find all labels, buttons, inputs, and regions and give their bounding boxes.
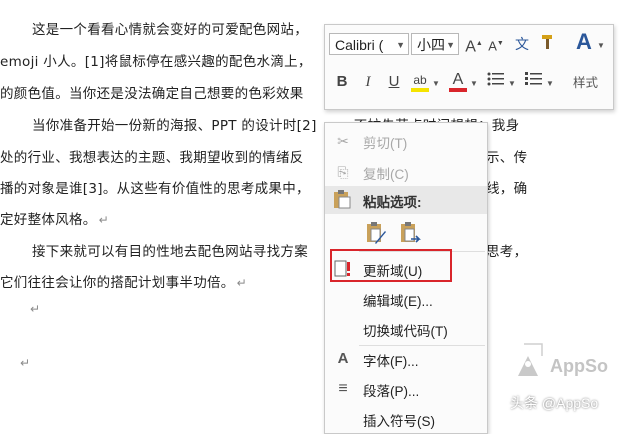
- grow-font-button[interactable]: A▲: [463, 33, 485, 55]
- doc-line-7: 定好整体风格。 ↵: [0, 212, 109, 228]
- phonetic-guide-button[interactable]: 文: [511, 33, 533, 55]
- doc-line-4: 当你准备开始一份新的海报、PPT 的设计时[2]: [32, 118, 317, 134]
- menu-item-toggle-field-codes[interactable]: 切换域代码(T): [325, 314, 487, 344]
- empty-paragraph-mark: ↵: [20, 356, 31, 370]
- font-color-swatch: [449, 88, 467, 92]
- numbering-button[interactable]: [523, 71, 545, 93]
- doc-line-6-right: 线，确: [486, 181, 528, 197]
- shrink-font-button[interactable]: A▼: [485, 33, 507, 55]
- doc-line-6: 播的对象是谁[3]。从这些有价值性的思考成果中，: [0, 181, 310, 197]
- doc-line-1: 这是一个看看心情就会变好的可爱配色网站，: [32, 22, 308, 38]
- styles-icon: A: [576, 29, 592, 54]
- doc-line-8: 接下来就可以有目的性地去配色网站寻找方案: [32, 244, 308, 260]
- italic-icon: I: [365, 74, 371, 90]
- doc-line-8-right: 思考，: [486, 244, 528, 260]
- shrink-font-icon: A: [488, 38, 497, 54]
- appso-watermark: AppSo: [514, 342, 624, 382]
- paste-options-header: 粘贴选项:: [325, 186, 487, 214]
- menu-item-label: 段落(P)...: [363, 384, 420, 399]
- appso-logo-icon: [518, 343, 543, 376]
- paste-format-icon: [367, 222, 386, 244]
- paste-keep-formatting-button[interactable]: [365, 221, 391, 247]
- doc-line-3: 的颜色值。当你还是没法确定自己想要的色彩效果: [0, 86, 304, 102]
- font-name-combo[interactable]: Calibri ( ▼: [329, 33, 409, 55]
- doc-line-5: 处的行业、我想表达的主题、我期望收到的情绪反: [0, 150, 304, 166]
- mini-toolbar: Calibri ( ▼ 小四 ▼ A▲ A▼ 文 A ▼ B I U ab ▼ …: [324, 24, 614, 110]
- chevron-down-icon: ▼: [446, 40, 455, 50]
- underline-icon: U: [388, 73, 400, 90]
- paste-options-label: 粘贴选项:: [363, 195, 422, 210]
- font-color-button[interactable]: A: [447, 69, 469, 92]
- font-size-value: 小四: [417, 37, 445, 53]
- font-name-value: Calibri (: [335, 37, 384, 53]
- doc-line-5-right: 示、传: [486, 150, 528, 166]
- paste-link-icon: [401, 222, 421, 243]
- menu-item-label: 切换域代码(T): [363, 324, 448, 339]
- menu-item-cut[interactable]: ✂ 剪切(T): [325, 126, 487, 156]
- menu-item-copy[interactable]: ⎘ 复制(C): [325, 157, 487, 187]
- chevron-down-icon: ▼: [597, 41, 605, 50]
- numbered-list-icon: [525, 72, 542, 85]
- highlighter-icon: ab: [413, 73, 427, 87]
- font-size-combo[interactable]: 小四 ▼: [411, 33, 459, 55]
- bold-icon: B: [336, 73, 348, 90]
- menu-item-paragraph[interactable]: ≡ 段落(P)...: [325, 374, 487, 404]
- copy-icon: ⎘: [337, 164, 349, 180]
- font-icon: A: [337, 350, 349, 367]
- menu-item-edit-field[interactable]: 编辑域(E)...: [325, 284, 487, 314]
- clipboard-icon: [333, 189, 353, 211]
- menu-item-font[interactable]: A 字体(F)...: [325, 344, 487, 374]
- bullets-button[interactable]: [485, 71, 507, 93]
- menu-item-label: 剪切(T): [363, 136, 408, 151]
- highlight-button[interactable]: ab: [409, 69, 431, 92]
- toutiao-credit: 头条 @AppSo: [510, 395, 599, 411]
- chevron-down-icon: ▼: [508, 79, 516, 88]
- menu-item-label: 编辑域(E)...: [363, 294, 433, 309]
- chevron-down-icon: ▼: [470, 79, 478, 88]
- styles-button[interactable]: A: [573, 31, 595, 53]
- underline-button[interactable]: U: [383, 71, 405, 93]
- chevron-down-icon: ▼: [432, 79, 440, 88]
- update-field-highlight-box: [330, 249, 452, 282]
- paragraph-mark: ↵: [236, 276, 247, 290]
- empty-paragraph-mark: ↵: [30, 302, 41, 316]
- bold-button[interactable]: B: [331, 71, 353, 93]
- brush-icon: [542, 35, 552, 49]
- phonetic-icon: 文: [515, 36, 529, 52]
- paragraph-mark: ↵: [98, 213, 109, 227]
- doc-line-9: 它们往往会让你的搭配计划事半功倍。 ↵: [0, 275, 247, 291]
- italic-button[interactable]: I: [357, 71, 379, 93]
- format-painter-button[interactable]: [537, 33, 559, 55]
- menu-item-label: 复制(C): [363, 167, 409, 182]
- doc-line-2: emoji 小人。[1]将鼠标停在感兴趣的配色水滴上，: [0, 54, 312, 70]
- scissors-icon: ✂: [337, 133, 349, 149]
- paste-text-only-button[interactable]: [399, 221, 425, 247]
- chevron-down-icon: ▼: [546, 79, 554, 88]
- highlight-color-swatch: [411, 88, 429, 92]
- styles-label: 样式: [573, 76, 599, 90]
- chevron-down-icon: ▼: [396, 40, 405, 50]
- menu-item-label: 字体(F)...: [363, 354, 419, 369]
- paragraph-icon: ≡: [338, 380, 348, 397]
- appso-brand-text: AppSo: [550, 356, 608, 376]
- grow-font-icon: A: [465, 38, 476, 56]
- menu-item-label: 插入符号(S): [363, 414, 435, 429]
- font-color-icon: A: [452, 71, 464, 88]
- menu-item-insert-symbol[interactable]: 插入符号(S): [325, 404, 487, 434]
- bullet-list-icon: [487, 72, 504, 86]
